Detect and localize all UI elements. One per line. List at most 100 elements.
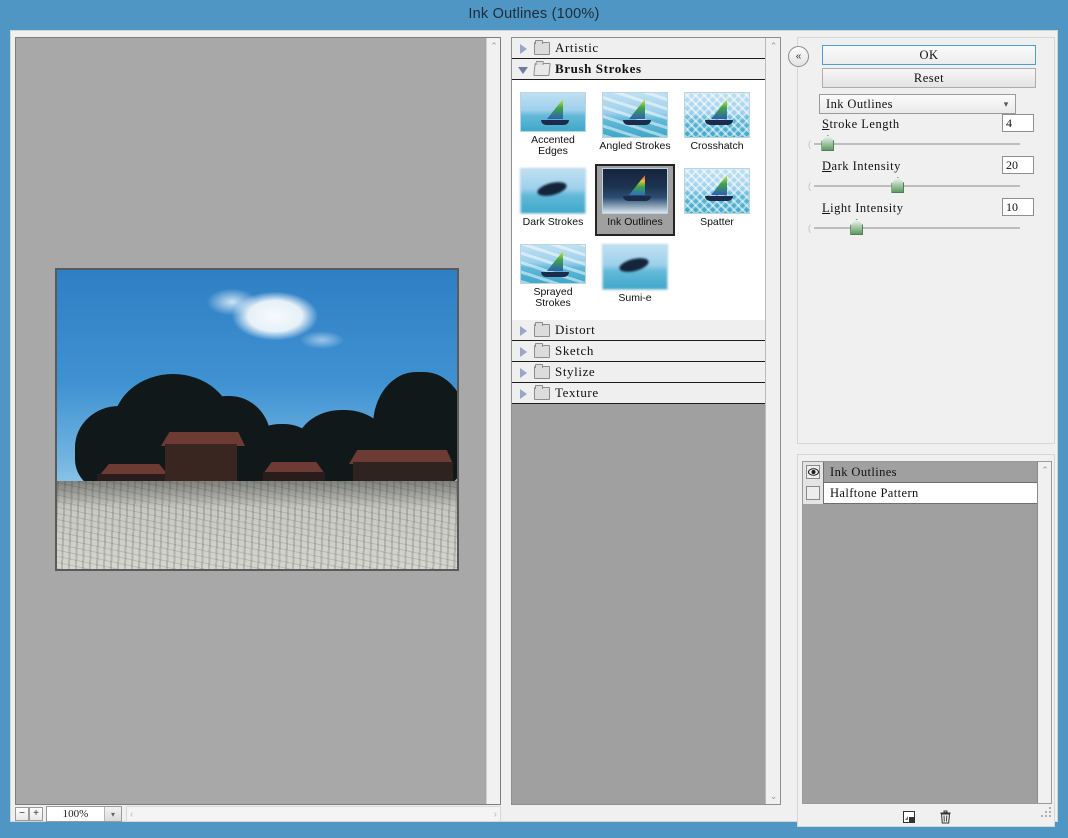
control-label: Light Intensity bbox=[822, 201, 904, 215]
filter-preview-icon bbox=[602, 168, 668, 214]
new-effect-layer-icon[interactable] bbox=[901, 809, 917, 825]
zoom-level-value: 100% bbox=[62, 808, 89, 820]
zoom-level-select[interactable]: 100% ▾ bbox=[46, 806, 122, 822]
layers-vertical-scrollbar[interactable]: ⌃ bbox=[1037, 462, 1051, 803]
reset-button[interactable]: Reset bbox=[822, 68, 1036, 88]
layer-row-halftone-pattern[interactable]: Halftone Pattern bbox=[803, 482, 1051, 504]
chevron-right-icon[interactable] bbox=[518, 367, 529, 378]
layer-label: Ink Outlines bbox=[830, 464, 897, 479]
chevron-right-icon[interactable] bbox=[518, 346, 529, 357]
layer-row-ink-outlines[interactable]: Ink Outlines bbox=[803, 462, 1051, 483]
control-label: Stroke Length bbox=[822, 117, 900, 131]
dark-intensity-slider-track[interactable] bbox=[814, 185, 1020, 187]
category-distort[interactable]: Distort bbox=[512, 320, 766, 341]
dialog-client-area: ⌃ − + 100% ▾ ‹ › Artistic Brush Strokes … bbox=[10, 30, 1058, 827]
light-intensity-slider-thumb[interactable] bbox=[850, 219, 864, 235]
filter-label: Ink Outlines bbox=[607, 216, 663, 228]
stroke-length-slider-thumb[interactable] bbox=[821, 135, 835, 151]
filter-preview-icon bbox=[520, 244, 586, 284]
filter-thumb-crosshatch[interactable]: Crosshatch bbox=[677, 88, 757, 160]
filter-label: Angled Strokes bbox=[599, 140, 671, 152]
preview-scroll-up-icon[interactable]: ⌃ bbox=[487, 38, 500, 54]
folder-icon bbox=[534, 363, 550, 379]
category-stylize[interactable]: Stylize bbox=[512, 362, 766, 383]
layers-scroll-up-icon[interactable]: ⌃ bbox=[1038, 462, 1051, 478]
folder-icon bbox=[534, 342, 550, 358]
filter-thumb-ink-outlines[interactable]: Ink Outlines bbox=[595, 164, 675, 236]
preview-canvas[interactable]: ⌃ bbox=[15, 37, 501, 805]
dark-intensity-slider-thumb[interactable] bbox=[891, 177, 905, 193]
right-column: « OK Reset Ink Outlines ▾ Stroke Length … bbox=[788, 37, 1055, 827]
layer-visibility-toggle[interactable] bbox=[803, 482, 824, 504]
category-label: Distort bbox=[555, 322, 596, 337]
folder-open-icon bbox=[533, 62, 551, 76]
filter-thumb-dark-strokes[interactable]: Dark Strokes bbox=[513, 164, 593, 236]
category-brush-strokes[interactable]: Brush Strokes bbox=[512, 59, 766, 80]
filter-thumb-spatter[interactable]: Spatter bbox=[677, 164, 757, 236]
chevron-right-icon[interactable] bbox=[518, 388, 529, 399]
filter-preview-icon bbox=[520, 168, 586, 214]
folder-icon bbox=[534, 321, 550, 337]
eye-icon bbox=[806, 465, 820, 479]
chevron-down-icon[interactable]: ▾ bbox=[104, 807, 121, 821]
category-label: Texture bbox=[555, 385, 599, 400]
gallery-vertical-scrollbar[interactable]: ⌃ ⌄ bbox=[765, 38, 780, 804]
zoom-in-button[interactable]: + bbox=[29, 807, 43, 821]
filter-select[interactable]: Ink Outlines ▾ bbox=[819, 94, 1016, 114]
filter-layer-list: Ink Outlines Halftone Pattern ⌃ bbox=[802, 461, 1052, 804]
folder-icon bbox=[534, 39, 550, 55]
filter-gallery-panel: Artistic Brush Strokes Accented Edges An… bbox=[511, 37, 781, 805]
layer-toolbar bbox=[802, 807, 1052, 827]
chevron-down-icon[interactable]: ▾ bbox=[997, 99, 1015, 110]
category-texture[interactable]: Texture bbox=[512, 383, 766, 404]
scroll-left-icon[interactable]: ‹ bbox=[130, 809, 133, 820]
gallery-empty-area bbox=[512, 404, 766, 804]
category-artistic[interactable]: Artistic bbox=[512, 38, 766, 59]
slider-track-cap: ( bbox=[808, 139, 811, 149]
chevron-right-icon[interactable] bbox=[518, 43, 529, 54]
chevron-right-icon[interactable] bbox=[518, 325, 529, 336]
light-intensity-input[interactable]: 10 bbox=[1002, 198, 1034, 216]
filter-preview-icon bbox=[684, 92, 750, 138]
filter-gallery-window: Ink Outlines (100%) ⌃ − + 100% ▾ ‹ › Art… bbox=[0, 0, 1068, 838]
filter-label: Crosshatch bbox=[690, 140, 744, 152]
preview-treeline bbox=[57, 362, 457, 569]
preview-vertical-scrollbar[interactable]: ⌃ bbox=[486, 38, 500, 804]
gallery-scroll-up-icon[interactable]: ⌃ bbox=[766, 38, 780, 54]
scroll-right-icon[interactable]: › bbox=[494, 809, 497, 820]
stroke-length-slider-track[interactable] bbox=[814, 143, 1020, 145]
layer-visibility-toggle[interactable] bbox=[803, 462, 824, 483]
filter-preview-icon bbox=[520, 92, 586, 132]
filter-settings-panel: « OK Reset Ink Outlines ▾ Stroke Length … bbox=[788, 37, 1055, 444]
dark-intensity-input[interactable]: 20 bbox=[1002, 156, 1034, 174]
filter-preview-icon bbox=[684, 168, 750, 214]
filter-thumb-accented-edges[interactable]: Accented Edges bbox=[513, 88, 593, 160]
light-intensity-slider-track[interactable] bbox=[814, 227, 1020, 229]
layer-label: Halftone Pattern bbox=[830, 485, 919, 500]
slider-track-cap: ( bbox=[808, 223, 811, 233]
preview-horizontal-scrollbar[interactable]: ‹ › bbox=[126, 806, 501, 822]
title-bar: Ink Outlines (100%) bbox=[0, 0, 1068, 28]
category-label: Artistic bbox=[555, 40, 599, 55]
filter-label: Accented Edges bbox=[531, 133, 575, 158]
slider-track-cap: ( bbox=[808, 181, 811, 191]
ok-button[interactable]: OK bbox=[822, 45, 1036, 65]
category-sketch[interactable]: Sketch bbox=[512, 341, 766, 362]
filter-label: Dark Strokes bbox=[522, 216, 584, 228]
category-label: Brush Strokes bbox=[555, 61, 642, 76]
filter-thumb-angled-strokes[interactable]: Angled Strokes bbox=[595, 88, 675, 160]
filter-layers-panel: Ink Outlines Halftone Pattern ⌃ bbox=[797, 454, 1055, 827]
filter-thumb-sumi-e[interactable]: Sumi-e bbox=[595, 240, 675, 312]
filter-thumb-sprayed-strokes[interactable]: Sprayed Strokes bbox=[513, 240, 593, 312]
gallery-scroll-down-icon[interactable]: ⌄ bbox=[766, 788, 780, 804]
preview-ground bbox=[57, 481, 457, 569]
resize-grip[interactable] bbox=[1041, 805, 1053, 817]
folder-icon bbox=[534, 384, 550, 400]
zoom-out-button[interactable]: − bbox=[15, 807, 29, 821]
control-dark-intensity: Dark Intensity 20 ( bbox=[806, 156, 1048, 203]
trash-icon[interactable] bbox=[937, 809, 953, 825]
collapse-panel-button[interactable]: « bbox=[788, 46, 809, 67]
control-stroke-length: Stroke Length 4 ( bbox=[806, 114, 1048, 161]
chevron-down-icon[interactable] bbox=[518, 64, 529, 75]
stroke-length-input[interactable]: 4 bbox=[1002, 114, 1034, 132]
